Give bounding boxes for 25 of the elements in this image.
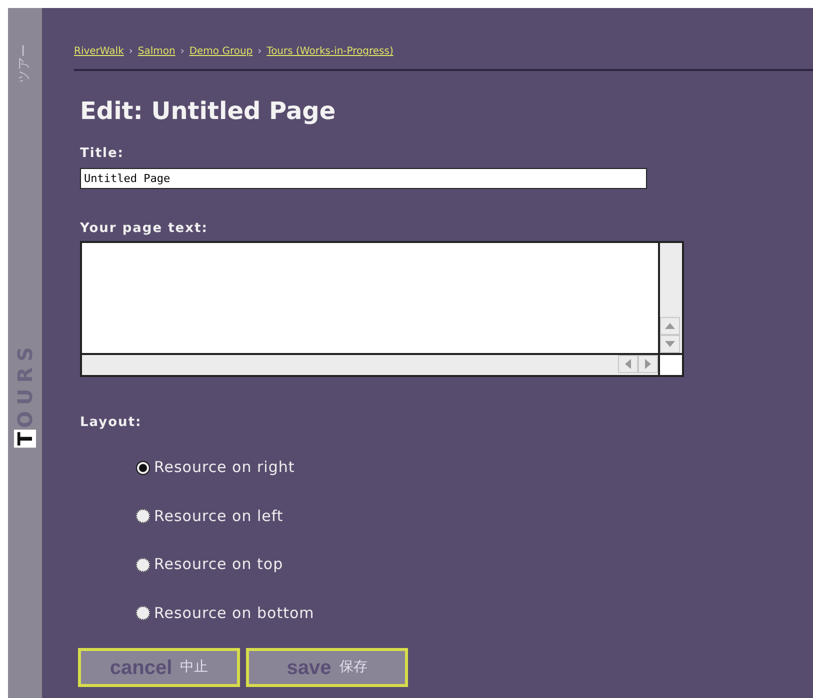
- title-input[interactable]: Untitled Page: [80, 168, 647, 190]
- breadcrumb-link[interactable]: Salmon: [138, 44, 176, 59]
- breadcrumb-link[interactable]: Demo Group: [189, 44, 253, 59]
- radio-button[interactable]: [136, 509, 150, 524]
- scroll-left-icon[interactable]: [618, 354, 638, 373]
- radio-label: Resource on bottom: [154, 602, 314, 624]
- radio-label: Resource on left: [154, 506, 284, 527]
- title-label: Title:: [80, 144, 126, 163]
- layout-label: Layout:: [80, 414, 143, 432]
- radio-button[interactable]: [136, 460, 150, 475]
- horizontal-scrollbar[interactable]: [82, 352, 658, 375]
- breadcrumb-separator: ›: [258, 45, 262, 59]
- radio-button[interactable]: [136, 606, 150, 620]
- page-text-label: Your page text:: [80, 220, 209, 238]
- breadcrumb-separator: ›: [180, 45, 184, 59]
- radio-button[interactable]: [136, 558, 150, 572]
- breadcrumb-separator: ›: [128, 45, 133, 59]
- scroll-right-icon[interactable]: [638, 354, 658, 373]
- page-heading: Edit: Untitled Page: [80, 97, 337, 126]
- radio-label: Resource on top: [154, 554, 284, 576]
- breadcrumb-link[interactable]: Tours (Works-in-Progress): [266, 44, 394, 59]
- sidebar-label: ツアー: [16, 44, 34, 83]
- radio-label: Resource on right: [154, 457, 295, 478]
- sidebar-title-initial: T: [14, 430, 36, 448]
- breadcrumb-link[interactable]: RiverWalk: [74, 44, 124, 59]
